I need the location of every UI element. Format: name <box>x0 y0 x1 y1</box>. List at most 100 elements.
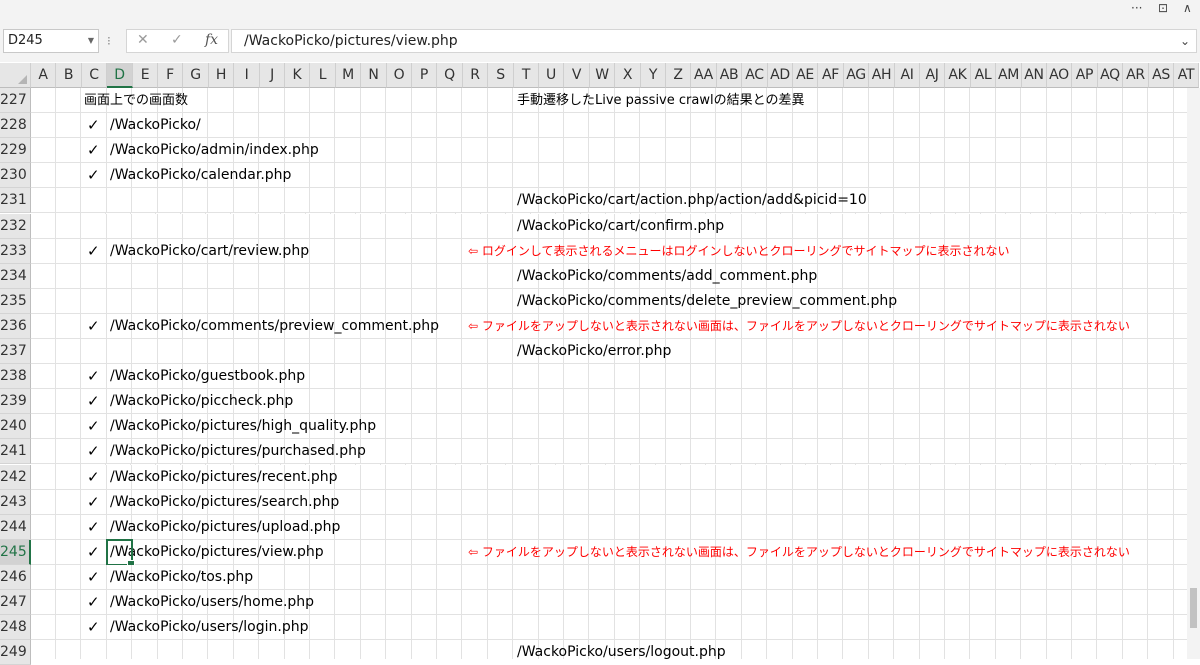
column-header-af[interactable]: AF <box>818 63 844 88</box>
formula-input[interactable]: /WackoPicko/pictures/view.php ⌄ <box>231 29 1197 53</box>
row-header-235[interactable]: 235 <box>0 289 31 314</box>
row-header-227[interactable]: 227 <box>0 88 31 113</box>
column-header-r[interactable]: R <box>463 63 488 88</box>
insert-function-icon[interactable]: fx <box>205 32 218 48</box>
row-header-241[interactable]: 241 <box>0 439 31 464</box>
column-header-y[interactable]: Y <box>641 63 666 88</box>
column-header-ar[interactable]: AR <box>1123 63 1149 88</box>
select-all-button[interactable] <box>0 63 31 88</box>
row-header-249[interactable]: 249 <box>0 640 31 665</box>
check-mark: ✓ <box>87 543 100 561</box>
column-header-ab[interactable]: AB <box>717 63 742 88</box>
path-cell: /WackoPicko/piccheck.php <box>110 393 294 409</box>
column-header-w[interactable]: W <box>590 63 615 88</box>
formula-bar: D245 ▼ ⁝ ✕ ✓ fx /WackoPicko/pictures/vie… <box>0 18 1200 62</box>
column-header-z[interactable]: Z <box>666 63 691 88</box>
column-header-ao[interactable]: AO <box>1047 63 1072 88</box>
column-header-g[interactable]: G <box>183 63 209 88</box>
column-header-o[interactable]: O <box>387 63 412 88</box>
column-header-al[interactable]: AL <box>971 63 996 88</box>
row-header-233[interactable]: 233 <box>0 239 31 264</box>
row-header-243[interactable]: 243 <box>0 490 31 515</box>
column-header-an[interactable]: AN <box>1022 63 1047 88</box>
name-box-dropdown-icon[interactable]: ▼ <box>88 30 94 52</box>
column-header-aq[interactable]: AQ <box>1098 63 1123 88</box>
column-header-p[interactable]: P <box>412 63 437 88</box>
row-header-245[interactable]: 245 <box>0 540 31 565</box>
column-header-t[interactable]: T <box>514 63 539 88</box>
column-header-d[interactable]: D <box>107 63 133 88</box>
row-header-229[interactable]: 229 <box>0 138 31 163</box>
column-header-ac[interactable]: AC <box>742 63 768 88</box>
active-cell-outline[interactable] <box>106 539 135 568</box>
column-header-i[interactable]: I <box>234 63 260 88</box>
row-header-236[interactable]: 236 <box>0 314 31 339</box>
column-header-n[interactable]: N <box>361 63 387 88</box>
column-header-c[interactable]: C <box>82 63 107 88</box>
column-header-j[interactable]: J <box>260 63 285 88</box>
column-header-a[interactable]: A <box>31 63 56 88</box>
more-options-icon[interactable]: ··· <box>1131 1 1142 15</box>
table-row: ✓ /WackoPicko/pictures/recent.php <box>31 465 1187 490</box>
row-header-230[interactable]: 230 <box>0 163 31 188</box>
column-header-am[interactable]: AM <box>996 63 1022 88</box>
column-header-x[interactable]: X <box>615 63 641 88</box>
row-header-247[interactable]: 247 <box>0 590 31 615</box>
check-mark: ✓ <box>87 493 100 511</box>
column-header-ae[interactable]: AE <box>793 63 818 88</box>
collapse-ribbon-icon[interactable]: ∧ <box>1183 1 1192 15</box>
column-header-k[interactable]: K <box>285 63 310 88</box>
cancel-icon[interactable]: ✕ <box>137 32 149 48</box>
row-header-234[interactable]: 234 <box>0 264 31 289</box>
column-header-ah[interactable]: AH <box>869 63 895 88</box>
diff-path-cell: /WackoPicko/users/logout.php <box>517 644 726 659</box>
column-header-ai[interactable]: AI <box>895 63 920 88</box>
column-header-f[interactable]: F <box>158 63 183 88</box>
check-mark: ✓ <box>87 392 100 410</box>
column-header-ag[interactable]: AG <box>844 63 869 88</box>
row-header-231[interactable]: 231 <box>0 188 31 213</box>
path-cell: /WackoPicko/comments/preview_comment.php <box>110 318 440 334</box>
column-header-s[interactable]: S <box>488 63 514 88</box>
column-header-ad[interactable]: AD <box>768 63 793 88</box>
row-header-228[interactable]: 228 <box>0 113 31 138</box>
column-header-v[interactable]: V <box>564 63 590 88</box>
path-cell: /WackoPicko/admin/index.php <box>110 142 319 158</box>
table-row: ✓ /WackoPicko/cart/review.php ⇦ ログインして表示され… <box>31 239 1187 264</box>
column-header-l[interactable]: L <box>310 63 336 88</box>
path-cell: /WackoPicko/pictures/search.php <box>110 494 340 510</box>
ribbon-display-icon[interactable]: ⊡ <box>1158 1 1168 15</box>
column-header-h[interactable]: H <box>209 63 234 88</box>
row-header-244[interactable]: 244 <box>0 515 31 540</box>
row-header-238[interactable]: 238 <box>0 364 31 389</box>
row-header-240[interactable]: 240 <box>0 414 31 439</box>
column-header-ak[interactable]: AK <box>945 63 971 88</box>
column-header-aj[interactable]: AJ <box>920 63 945 88</box>
column-header-aa[interactable]: AA <box>691 63 717 88</box>
check-mark: ✓ <box>87 417 100 435</box>
column-header-u[interactable]: U <box>539 63 564 88</box>
vertical-scrollbar[interactable] <box>1187 88 1200 659</box>
path-cell: /WackoPicko/tos.php <box>110 569 254 585</box>
path-cell: /WackoPicko/ <box>110 117 201 133</box>
column-header-as[interactable]: AS <box>1149 63 1174 88</box>
column-header-e[interactable]: E <box>133 63 158 88</box>
row-header-237[interactable]: 237 <box>0 339 31 364</box>
enter-icon[interactable]: ✓ <box>171 32 183 48</box>
table-row: ✓ /WackoPicko/pictures/view.php ⇦ ファイルをアップ… <box>31 540 1187 565</box>
column-header-m[interactable]: M <box>336 63 361 88</box>
column-header-b[interactable]: B <box>56 63 82 88</box>
row-header-239[interactable]: 239 <box>0 389 31 414</box>
row-header-246[interactable]: 246 <box>0 565 31 590</box>
name-box[interactable]: D245 ▼ <box>3 29 99 53</box>
row-header-232[interactable]: 232 <box>0 214 31 239</box>
cell-grid[interactable]: 画面上での画面数 手動遷移したLive passive crawlの結果との差異 ✓… <box>31 88 1187 659</box>
scrollbar-thumb[interactable] <box>1190 588 1197 628</box>
row-header-248[interactable]: 248 <box>0 615 31 640</box>
expand-formula-bar-icon[interactable]: ⌄ <box>1180 30 1190 52</box>
row-header-242[interactable]: 242 <box>0 465 31 490</box>
column-header-ap[interactable]: AP <box>1072 63 1098 88</box>
column-header-at[interactable]: AT <box>1174 63 1199 88</box>
column-header-q[interactable]: Q <box>437 63 463 88</box>
formula-bar-grip-icon[interactable]: ⁝ <box>107 34 111 48</box>
